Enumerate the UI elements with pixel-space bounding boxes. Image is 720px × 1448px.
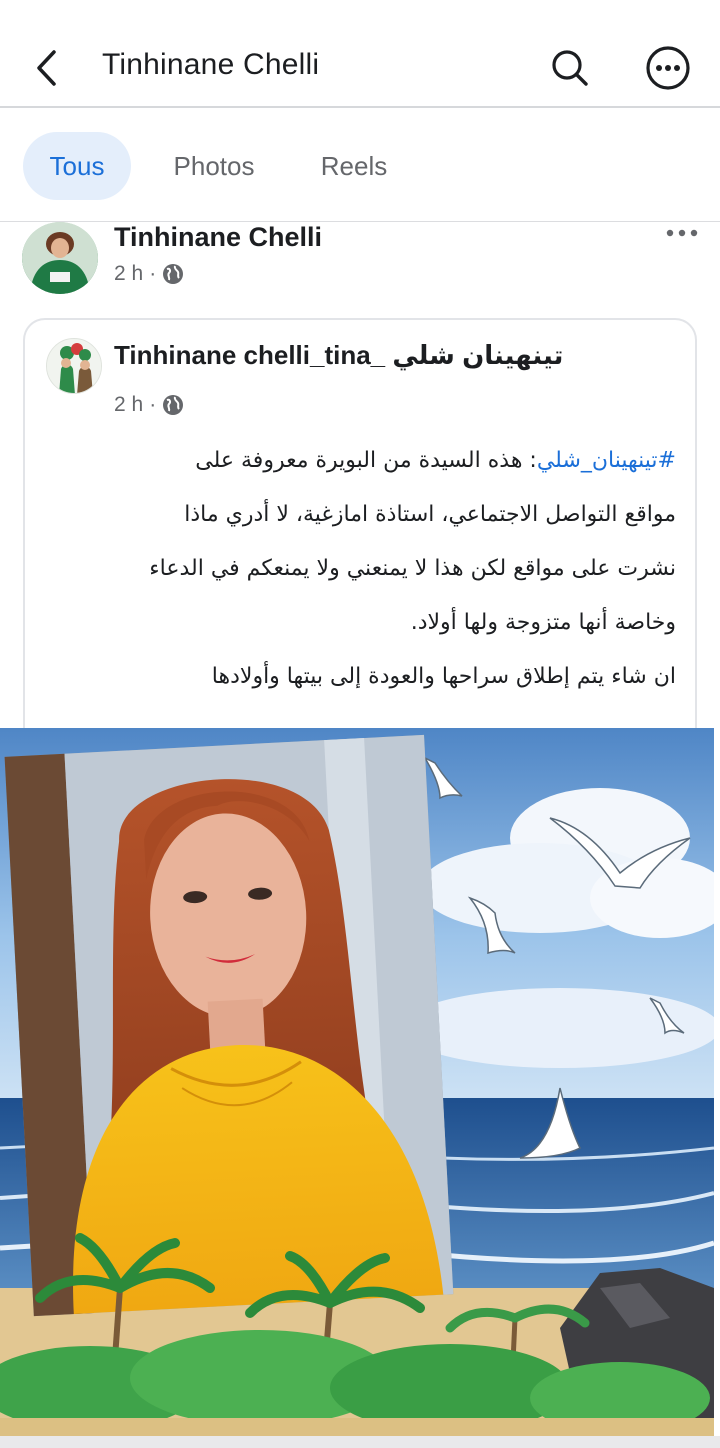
text-line: : هذه السيدة من البويرة معروفة على — [195, 448, 537, 473]
shared-meta: 2 h · — [114, 393, 184, 417]
tab-photos[interactable]: Photos — [154, 132, 274, 200]
top-bar: Tinhinane Chelli — [0, 0, 720, 108]
post-meta: 2 h · — [114, 262, 184, 286]
bottom-edge — [0, 1436, 720, 1448]
post-photo — [0, 728, 714, 1436]
back-button[interactable] — [26, 46, 66, 90]
shared-author[interactable]: Tinhinane chelli_tina_ تينهينان شلي — [114, 340, 563, 371]
post-menu-button[interactable] — [660, 218, 704, 248]
meta-separator: · — [149, 393, 157, 416]
more-options-button[interactable] — [644, 44, 692, 92]
shared-time: 2 h — [114, 393, 144, 416]
post-image[interactable] — [0, 728, 714, 1436]
post-author[interactable]: Tinhinane Chelli — [114, 222, 322, 253]
shared-profile-photo — [47, 339, 101, 393]
shared-avatar[interactable] — [46, 338, 102, 394]
profile-photo — [22, 222, 98, 294]
tab-reels[interactable]: Reels — [300, 132, 408, 200]
post-text-line-3: نشرت على مواقع لكن هذا لا يمنعني ولا يمن… — [149, 556, 676, 581]
post-text-line-4: وخاصة أنها متزوجة ولها أولاد. — [410, 610, 676, 635]
globe-icon — [163, 264, 184, 284]
post-text-line-5: ان شاء يتم إطلاق سراحها والعودة إلى بيته… — [211, 664, 676, 689]
globe-icon — [163, 395, 184, 415]
filter-tabs: Tous Photos Reels — [0, 110, 720, 222]
post-text-line-2: مواقع التواصل الاجتماعي، استاذة امازغية،… — [184, 502, 676, 527]
more-circle-icon — [646, 46, 690, 90]
hashtag-link[interactable]: #تينهينان_شلي — [537, 448, 676, 473]
post-time: 2 h — [114, 262, 144, 285]
more-horizontal-icon — [666, 229, 698, 237]
search-icon — [552, 50, 588, 86]
meta-separator: · — [149, 262, 157, 285]
tab-tous[interactable]: Tous — [23, 132, 131, 200]
chevron-left-icon — [37, 50, 56, 86]
avatar[interactable] — [22, 222, 98, 294]
post-text: #تينهينان_شلي: هذه السيدة من البويرة معر… — [60, 434, 676, 704]
post-text-line-1: #تينهينان_شلي: هذه السيدة من البويرة معر… — [60, 434, 676, 488]
page-title: Tinhinane Chelli — [102, 48, 320, 81]
search-button[interactable] — [548, 46, 592, 90]
